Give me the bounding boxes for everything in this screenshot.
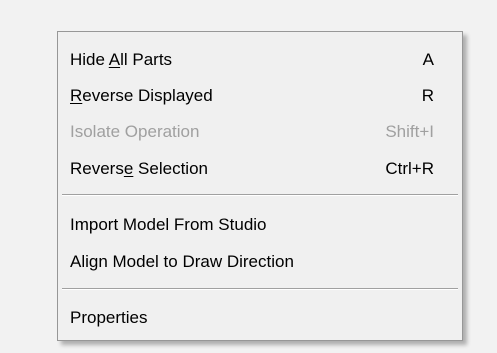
menu-item-label: Align Model to Draw Direction: [70, 252, 294, 271]
menu-item-properties[interactable]: Properties: [58, 301, 462, 333]
menu-item-shortcut: Shift+I: [385, 122, 434, 141]
mnemonic-letter: A: [108, 50, 121, 69]
menu-item-shortcut: A: [422, 50, 434, 69]
menu-separator: [62, 194, 458, 196]
menu-item-label: Properties: [70, 308, 148, 327]
mnemonic-letter: R: [70, 86, 83, 105]
menu-item-shortcut: R: [421, 86, 434, 105]
menu-item-isolate-operation: Isolate Operation Shift+I: [58, 115, 462, 147]
menu-item-label: Reverse Displayed: [70, 86, 213, 105]
menu-separator: [62, 288, 458, 290]
menu-item-label: Import Model From Studio: [70, 215, 267, 234]
menu-item-align-model-to-draw-direction[interactable]: Align Model to Draw Direction: [58, 245, 462, 277]
menu-item-reverse-selection[interactable]: Reverse Selection Ctrl+R: [58, 152, 462, 184]
menu-item-hide-all-parts[interactable]: Hide All Parts A: [58, 43, 462, 75]
mnemonic-letter: e: [123, 159, 134, 178]
menu-item-import-model-from-studio[interactable]: Import Model From Studio: [58, 208, 462, 240]
menu-item-label: Hide All Parts: [70, 50, 173, 69]
menu-item-reverse-displayed[interactable]: Reverse Displayed R: [58, 79, 462, 111]
menu-item-shortcut: Ctrl+R: [385, 159, 434, 178]
menu-item-label: Reverse Selection: [70, 159, 208, 178]
menu-item-label: Isolate Operation: [70, 122, 200, 141]
context-menu: Hide All Parts A Reverse Displayed R Iso…: [57, 31, 463, 341]
